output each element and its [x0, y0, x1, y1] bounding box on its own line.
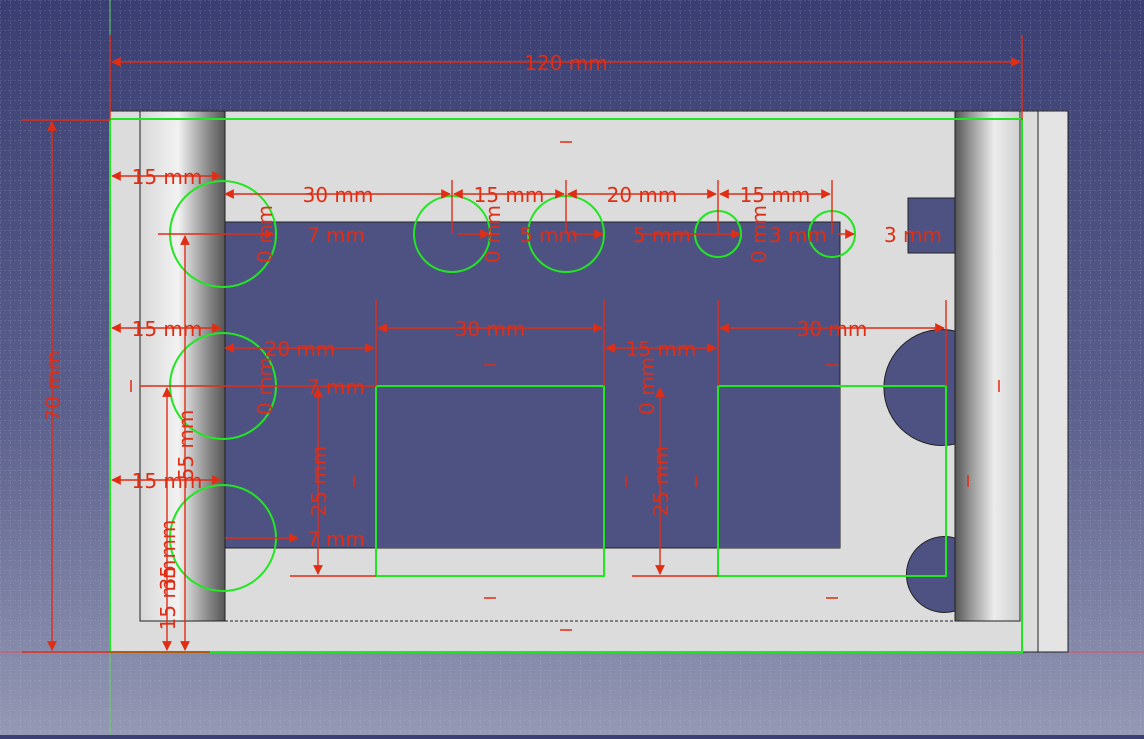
dim-hole6-offset[interactable]: 20 mm [607, 183, 678, 207]
dim-hole4-offset[interactable]: 30 mm [303, 183, 374, 207]
dim-hole4-vertical[interactable]: 0 mm [481, 205, 505, 263]
dim-hole2-vertical[interactable]: 0 mm [253, 357, 277, 415]
dim-hole1-x[interactable]: 15 mm [132, 165, 203, 189]
dim-slot2-height[interactable]: 25 mm [649, 446, 673, 517]
dim-overall-height[interactable]: 70 mm [41, 351, 65, 422]
dim-hole3-x[interactable]: 15 mm [132, 469, 203, 493]
right-rod [954, 110, 1021, 622]
dim-hole5-offset[interactable]: 15 mm [474, 183, 545, 207]
dim-hole3-height[interactable]: 15 mm [156, 560, 180, 631]
3d-viewport[interactable]: 120 mm 70 mm 15 mm 30 mm 15 mm 20 mm 15 … [0, 0, 1144, 735]
dim-hole6-vertical[interactable]: 0 mm [747, 205, 771, 263]
dim-hole5-radius[interactable]: 5 mm [633, 223, 691, 247]
dim-slot1-width[interactable]: 30 mm [455, 317, 526, 341]
dim-overall-width[interactable]: 120 mm [524, 51, 608, 75]
dim-slot2-vertical[interactable]: 0 mm [635, 357, 659, 415]
dim-hole7-radius[interactable]: 3 mm [884, 223, 942, 247]
dim-slot1-height[interactable]: 25 mm [307, 446, 331, 517]
dim-hole1-vertical[interactable]: 0 mm [253, 205, 277, 263]
dim-slot2-width[interactable]: 30 mm [797, 317, 868, 341]
sketch-canvas[interactable]: 120 mm 70 mm 15 mm 30 mm 15 mm 20 mm 15 … [0, 0, 1144, 735]
dim-hole6-radius[interactable]: 3 mm [769, 223, 827, 247]
dim-hole4-radius[interactable]: 5 mm [520, 223, 578, 247]
dim-hole2-x[interactable]: 15 mm [132, 317, 203, 341]
dim-hole1-radius[interactable]: 7 mm [307, 223, 365, 247]
dim-hole2-radius[interactable]: 7 mm [307, 375, 365, 399]
dim-hole3-radius[interactable]: 7 mm [307, 527, 365, 551]
dim-hole7-offset[interactable]: 15 mm [740, 183, 811, 207]
